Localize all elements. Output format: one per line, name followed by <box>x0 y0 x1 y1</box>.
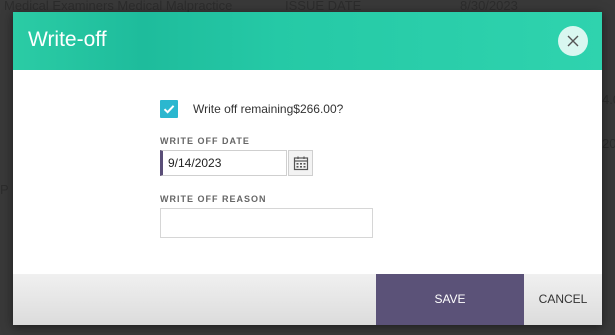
calendar-icon <box>293 156 309 171</box>
write-off-date-label: WRITE OFF DATE <box>160 136 250 146</box>
write-off-dialog: Write-off Write off remaining$266.00? WR… <box>13 12 602 325</box>
dialog-footer: SAVE CANCEL <box>13 274 602 325</box>
checkmark-icon <box>163 105 175 114</box>
write-off-reason-label: WRITE OFF REASON <box>160 194 267 204</box>
close-icon <box>567 35 579 47</box>
write-off-reason-input[interactable] <box>160 208 373 238</box>
dialog-header: Write-off <box>13 12 602 70</box>
calendar-button[interactable] <box>288 150 313 176</box>
write-off-remaining-label: Write off remaining$266.00? <box>193 102 344 116</box>
write-off-date-input[interactable] <box>160 150 287 176</box>
write-off-remaining-checkbox[interactable] <box>160 100 178 118</box>
dialog-title: Write-off <box>28 28 107 51</box>
close-button[interactable] <box>558 26 588 56</box>
save-button[interactable]: SAVE <box>376 274 524 325</box>
cancel-button[interactable]: CANCEL <box>524 274 602 325</box>
